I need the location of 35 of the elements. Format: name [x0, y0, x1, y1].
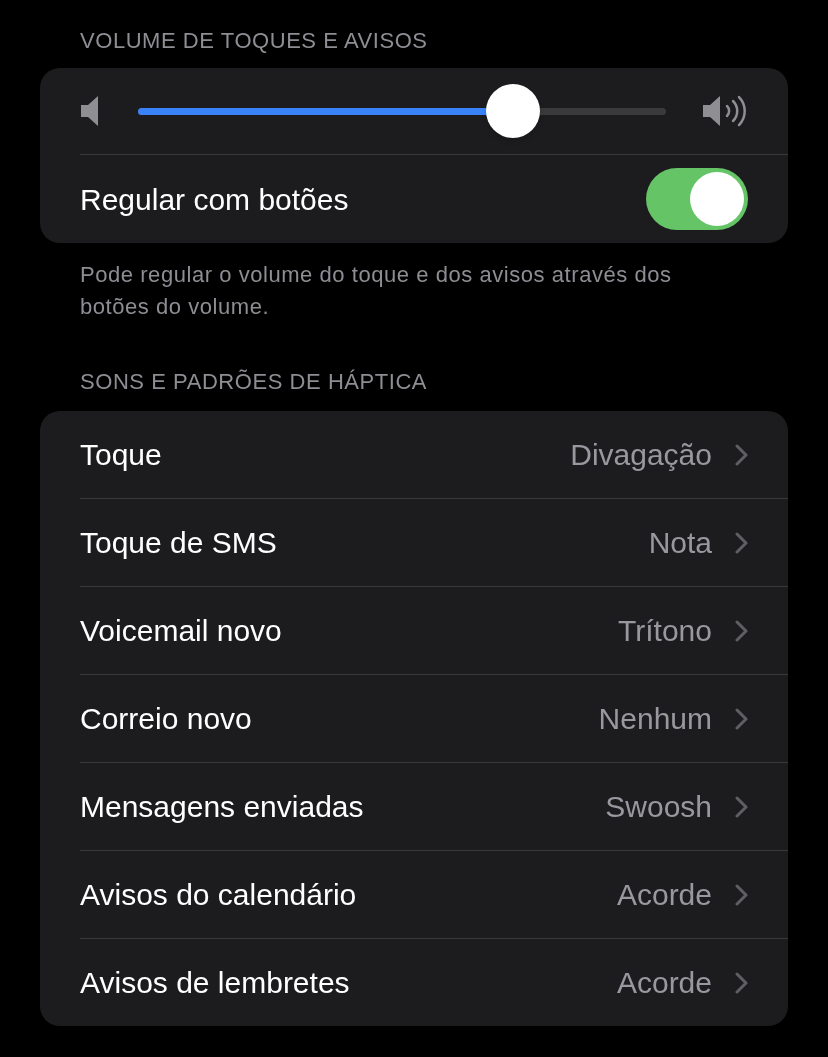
row-label: Avisos do calendário	[80, 877, 357, 913]
row-label: Avisos de lembretes	[80, 965, 350, 1001]
settings-row[interactable]: Correio novo Nenhum	[40, 675, 788, 762]
settings-row[interactable]: Toque Divagação	[40, 411, 788, 498]
chevron-icon	[734, 971, 748, 994]
row-label: Toque	[80, 437, 162, 473]
chevron-icon	[734, 707, 748, 730]
row-value: Swoosh	[605, 789, 712, 825]
toggle-label: Regular com botões	[80, 181, 349, 218]
settings-row[interactable]: Toque de SMS Nota	[40, 499, 788, 586]
footer-note: Pode regular o volume do toque e dos avisos através dos botões do volume.	[79, 261, 673, 321]
speaker-loud-icon	[702, 95, 748, 127]
section-header: SONS E PADRÕES DE HÁPTICA	[79, 368, 429, 396]
settings-row[interactable]: Mensagens enviadas Swoosh	[40, 763, 788, 850]
chevron-icon	[734, 883, 748, 906]
row-label: Correio novo	[80, 701, 252, 737]
volume-slider[interactable]	[138, 84, 666, 138]
row-value: Acorde	[616, 965, 712, 1001]
row-label: Voicemail novo	[80, 613, 282, 649]
row-value: Acorde	[616, 877, 712, 913]
chevron-icon	[734, 619, 748, 642]
settings-row[interactable]: Voicemail novo Trítono	[40, 587, 788, 674]
chevron-icon	[734, 531, 748, 554]
settings-row[interactable]: Avisos de lembretes Acorde	[40, 939, 788, 1026]
chevron-icon	[734, 795, 748, 818]
row-value: Nota	[648, 525, 712, 561]
row-value: Divagação	[570, 437, 712, 473]
settings-row[interactable]: Avisos do calendário Acorde	[40, 851, 788, 938]
section-header: VOLUME DE TOQUES E AVISOS	[79, 27, 429, 55]
row-value: Trítono	[618, 613, 712, 649]
row-label: Mensagens enviadas	[80, 789, 364, 825]
chevron-icon	[734, 443, 748, 466]
row-label: Toque de SMS	[80, 525, 277, 561]
slider-thumb[interactable]	[485, 84, 540, 138]
row-value: Nenhum	[598, 701, 712, 737]
